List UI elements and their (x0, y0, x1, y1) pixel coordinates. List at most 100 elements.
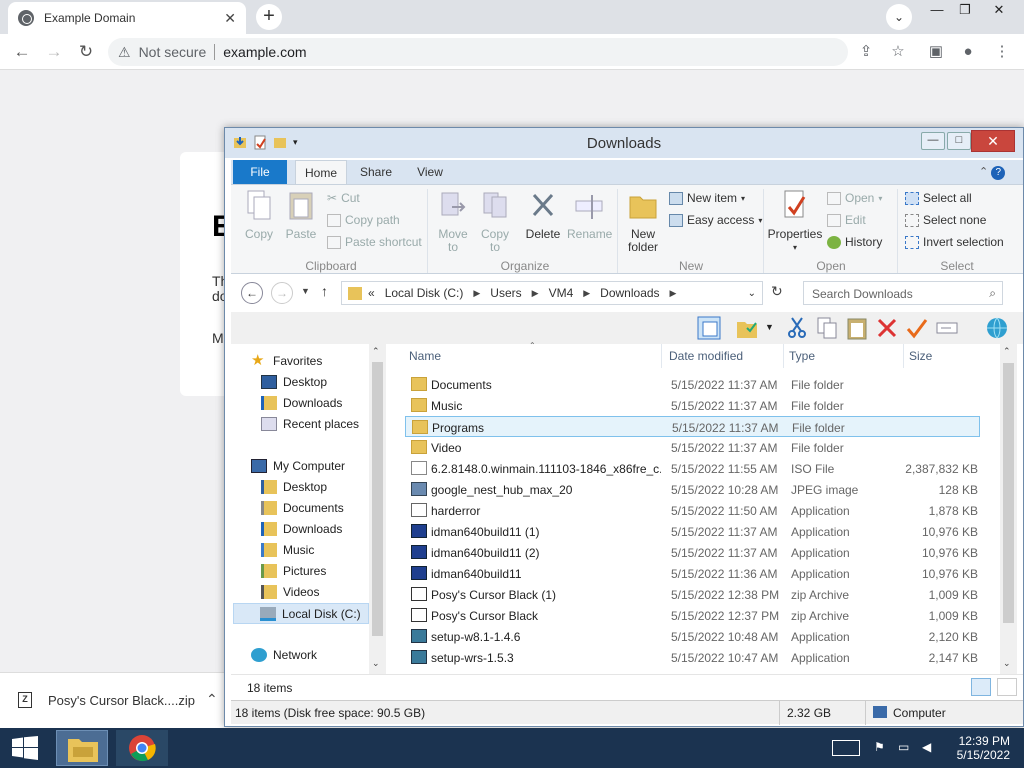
explorer-address-bar[interactable]: « Local Disk (C:) ▶ Users ▶ VM4 ▶ Downloads… (341, 281, 763, 305)
tab-home[interactable]: Home (295, 160, 347, 184)
close-window-icon[interactable]: ✕ (982, 0, 1016, 22)
browser-tab[interactable]: Example Domain ✕ (8, 2, 246, 34)
rename-button[interactable]: Rename (567, 189, 612, 241)
chevron-right-icon[interactable]: ▶ (532, 288, 539, 299)
side-panel-icon[interactable]: ▣ (926, 42, 946, 62)
new-item-button[interactable]: New item ▾ (669, 191, 745, 205)
action-center-icon[interactable]: ⚑ (874, 740, 885, 754)
file-row[interactable]: Video 5/15/2022 11:37 AM File folder (405, 437, 980, 458)
recent-locations-icon[interactable]: ▼ (301, 286, 310, 296)
file-row[interactable]: idman640build11 5/15/2022 11:36 AM Applica… (405, 563, 980, 584)
column-name[interactable]: Name (409, 349, 441, 363)
file-row[interactable]: idman640build11 (2) 5/15/2022 11:37 AM App… (405, 542, 980, 563)
move-to-button[interactable]: Move to (435, 189, 471, 254)
tab-file[interactable]: File (233, 160, 287, 184)
nav-favorites[interactable]: ★ Favorites (251, 353, 322, 368)
search-input[interactable]: Search Downloads ⌕ (803, 281, 1003, 305)
delete-icon[interactable] (875, 316, 899, 340)
paste-button[interactable]: Paste (283, 189, 319, 241)
new-tab-button[interactable]: + (256, 4, 282, 30)
nav-comp-documents[interactable]: Documents (261, 501, 344, 515)
chevron-right-icon[interactable]: ▶ (583, 288, 590, 299)
nav-my-computer[interactable]: My Computer (251, 459, 345, 473)
pane-splitter[interactable] (389, 344, 403, 674)
nav-scrollbar[interactable]: ⌃ ⌄ (369, 344, 386, 674)
details-view-icon[interactable] (971, 678, 991, 696)
file-row[interactable]: Music 5/15/2022 11:37 AM File folder (405, 395, 980, 416)
nav-comp-pictures[interactable]: Pictures (261, 564, 326, 578)
search-icon[interactable]: ⌕ (989, 286, 996, 301)
file-row[interactable]: Posy's Cursor Black 5/15/2022 12:37 PM zip… (405, 605, 980, 626)
breadcrumb-vm4[interactable]: VM4 (549, 286, 574, 300)
tab-close-icon[interactable]: ✕ (224, 10, 236, 27)
select-none-button[interactable]: Select none (905, 213, 986, 227)
nav-comp-local-disk[interactable]: Local Disk (C:) (233, 603, 369, 624)
file-row[interactable]: Posy's Cursor Black (1) 5/15/2022 12:38 P… (405, 584, 980, 605)
divider[interactable] (903, 344, 904, 368)
volume-icon[interactable]: ◀ (922, 740, 931, 754)
nav-comp-music[interactable]: Music (261, 543, 314, 557)
select-all-button[interactable]: Select all (905, 191, 972, 205)
file-row[interactable]: idman640build11 (1) 5/15/2022 11:37 AM App… (405, 521, 980, 542)
column-date[interactable]: Date modified (669, 349, 743, 363)
ribbon-collapse-icon[interactable]: ⌃ ? (979, 165, 1006, 180)
copy-icon[interactable] (815, 316, 839, 340)
delete-button[interactable]: Delete (523, 189, 563, 241)
open-button[interactable]: Open ▾ (827, 191, 882, 205)
chevron-right-icon[interactable]: ▶ (473, 288, 480, 299)
close-icon[interactable]: ✕ (971, 130, 1015, 152)
globe-icon[interactable] (985, 316, 1009, 340)
address-bar[interactable]: ⚠ Not secure example.com (108, 38, 848, 66)
up-icon[interactable]: ↑ (321, 283, 328, 299)
menu-icon[interactable]: ⋮ (992, 42, 1012, 62)
clock[interactable]: 12:39 PM 5/15/2022 (940, 734, 1010, 762)
divider[interactable] (661, 344, 662, 368)
invert-selection-button[interactable]: Invert selection (905, 235, 1004, 249)
forward-icon[interactable]: → (271, 282, 293, 304)
file-row[interactable]: Programs 5/15/2022 11:37 AM File folder (405, 416, 980, 437)
nav-network[interactable]: Network (251, 648, 317, 662)
scroll-thumb[interactable] (1003, 363, 1014, 623)
paste-icon[interactable] (845, 316, 869, 340)
column-type[interactable]: Type (789, 349, 815, 363)
preview-pane-icon[interactable] (697, 316, 721, 340)
network-icon[interactable]: ▭ (898, 740, 909, 754)
file-row[interactable]: Documents 5/15/2022 11:37 AM File folder (405, 374, 980, 395)
history-button[interactable]: History (827, 235, 882, 249)
folder-options-icon[interactable] (735, 316, 759, 340)
rename-icon[interactable] (935, 316, 959, 340)
copy-button[interactable]: Copy (239, 189, 279, 241)
back-icon[interactable]: ← (12, 42, 32, 62)
reload-icon[interactable]: ↻ (76, 42, 96, 62)
breadcrumb-users[interactable]: Users (490, 286, 521, 300)
new-folder-button[interactable]: New folder (623, 189, 663, 254)
nav-comp-downloads[interactable]: Downloads (261, 522, 342, 536)
file-row[interactable]: setup-w8.1-1.4.6 5/15/2022 10:48 AM Applic… (405, 626, 980, 647)
breadcrumb-downloads[interactable]: Downloads (600, 286, 659, 300)
copy-to-button[interactable]: Copy to (477, 189, 513, 254)
properties-button[interactable]: Properties ▾ (765, 189, 825, 254)
chevron-down-icon[interactable]: ⌄ (748, 288, 756, 299)
file-row[interactable]: google_nest_hub_max_20 5/15/2022 10:28 AM… (405, 479, 980, 500)
edit-button[interactable]: Edit (827, 213, 866, 227)
file-row[interactable]: harderror 5/15/2022 11:50 AM Application 1,… (405, 500, 980, 521)
file-row[interactable]: setup-wrs-1.5.3 5/15/2022 10:47 AM Applica… (405, 647, 980, 668)
forward-icon[interactable]: → (44, 42, 64, 62)
minimize-icon[interactable]: — (921, 132, 945, 150)
nav-comp-videos[interactable]: Videos (261, 585, 319, 599)
profile-icon[interactable]: ● (958, 42, 978, 62)
breadcrumb-overflow[interactable]: « (368, 286, 375, 300)
scissors-icon[interactable] (785, 316, 809, 340)
copy-path-button[interactable]: Copy path (327, 213, 400, 227)
share-icon[interactable]: ⇪ (856, 42, 876, 62)
help-icon[interactable]: ? (991, 166, 1006, 180)
refresh-icon[interactable]: ↻ (771, 283, 783, 300)
maximize-icon[interactable]: □ (947, 132, 971, 150)
easy-access-button[interactable]: Easy access ▾ (669, 213, 762, 227)
breadcrumb-local-disk[interactable]: Local Disk (C:) (385, 286, 464, 300)
nav-fav-downloads[interactable]: Downloads (261, 396, 342, 410)
checkmark-icon[interactable] (905, 316, 929, 340)
tab-share[interactable]: Share (355, 160, 397, 184)
download-item[interactable]: Z Posy's Cursor Black....zip (18, 692, 195, 708)
restore-icon[interactable]: ❐ (948, 0, 982, 22)
